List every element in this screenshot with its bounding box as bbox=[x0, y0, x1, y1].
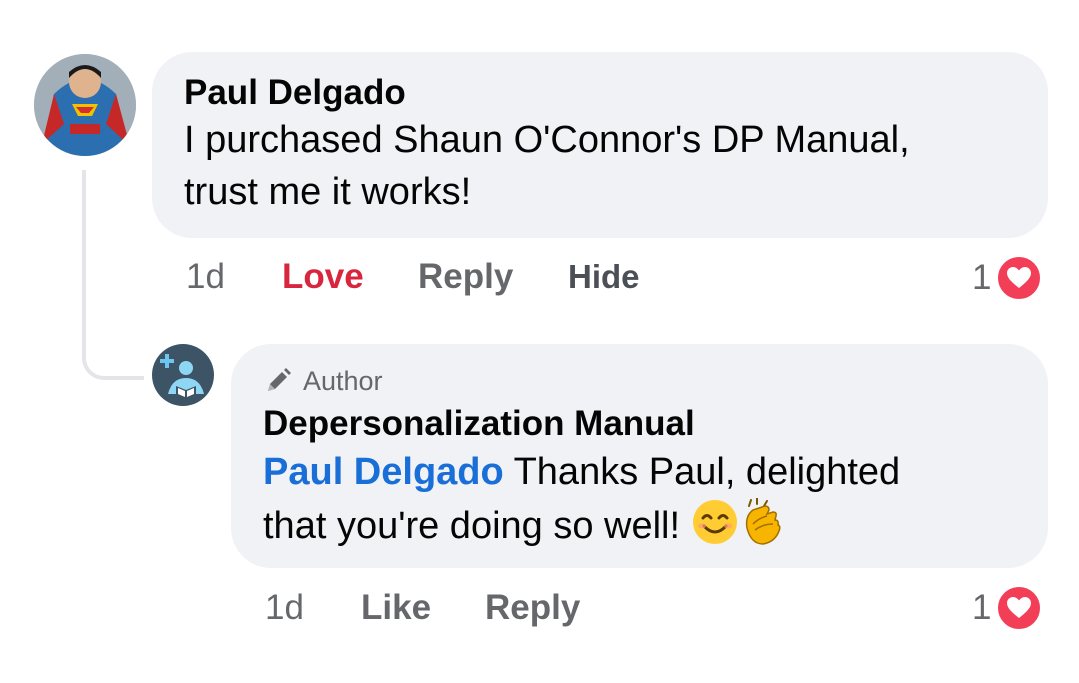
comment-bubble: Paul Delgado I purchased Shaun O'Connor'… bbox=[152, 52, 1048, 238]
reply-reaction-summary[interactable]: 1 bbox=[972, 584, 1044, 632]
comment-actions: 1d Love Reply Hide bbox=[186, 256, 640, 298]
comment-author-name[interactable]: Paul Delgado bbox=[184, 72, 1016, 114]
love-reaction-icon bbox=[995, 584, 1044, 632]
pencil-icon bbox=[268, 368, 291, 391]
reply-text-part-2: that you're doing so well! bbox=[263, 505, 691, 547]
like-button[interactable]: Like bbox=[361, 588, 485, 628]
smiling-face-icon bbox=[692, 500, 737, 544]
reaction-count: 1 bbox=[972, 588, 992, 627]
comment-text-line-1: I purchased Shaun O'Connor's DP Manual, bbox=[184, 119, 910, 161]
clapping-hands-icon bbox=[745, 498, 781, 545]
reply-timestamp[interactable]: 1d bbox=[265, 588, 361, 628]
reply-text-part-1: Thanks Paul, delighted bbox=[503, 451, 901, 493]
reply-text-line-1: Paul Delgado Thanks Paul, delighted bbox=[263, 446, 1016, 498]
comment-text-line-2: trust me it works! bbox=[184, 171, 472, 213]
reply-author-name[interactable]: Depersonalization Manual bbox=[263, 402, 1016, 446]
reply-bubble: Author Depersonalization Manual Paul Del… bbox=[231, 344, 1048, 568]
page-avatar[interactable] bbox=[152, 344, 214, 406]
author-badge: Author bbox=[263, 364, 1016, 398]
love-reaction-icon bbox=[995, 254, 1044, 302]
reply-to-reply-button[interactable]: Reply bbox=[485, 588, 580, 628]
reply-button[interactable]: Reply bbox=[418, 257, 568, 297]
thread-connector-line bbox=[82, 170, 144, 380]
love-button[interactable]: Love bbox=[282, 257, 418, 297]
author-badge-label: Author bbox=[303, 365, 383, 396]
reply-text-line-2: that you're doing so well! bbox=[263, 498, 1016, 552]
avatar-image bbox=[34, 54, 136, 156]
avatar[interactable] bbox=[34, 54, 136, 156]
comment-reaction-summary[interactable]: 1 bbox=[972, 254, 1044, 302]
hide-button[interactable]: Hide bbox=[568, 258, 640, 296]
page-logo-icon bbox=[152, 344, 214, 406]
reaction-count: 1 bbox=[972, 258, 992, 297]
comment-timestamp[interactable]: 1d bbox=[186, 257, 282, 297]
mention-link[interactable]: Paul Delgado bbox=[263, 451, 504, 493]
reply-actions: 1d Like Reply bbox=[265, 587, 580, 629]
